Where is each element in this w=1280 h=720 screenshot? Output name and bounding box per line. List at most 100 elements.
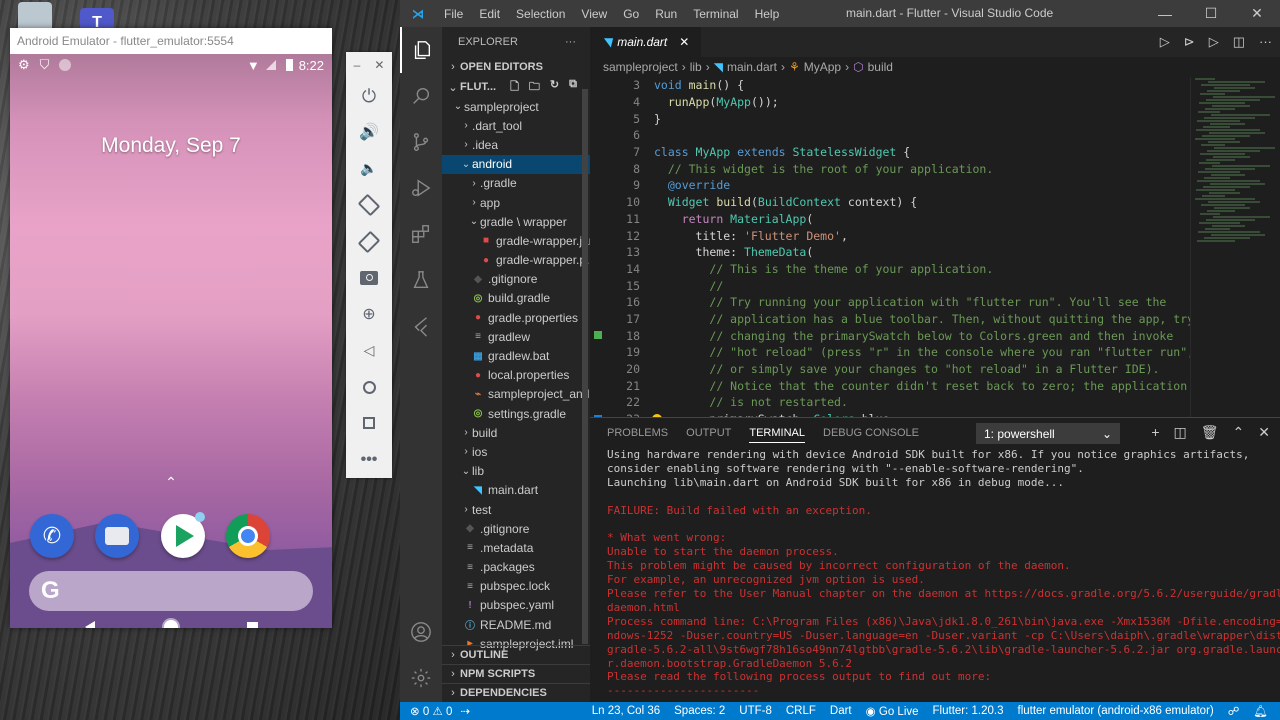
- dependencies-section[interactable]: › DEPENDENCIES: [442, 683, 590, 702]
- breadcrumb-item[interactable]: lib: [690, 60, 702, 74]
- tree-file[interactable]: ◆ .gitignore: [442, 270, 590, 289]
- tree-folder[interactable]: › test: [442, 500, 590, 519]
- tree-file[interactable]: ! pubspec.yaml: [442, 596, 590, 615]
- code-line[interactable]: 10 Widget build(BuildContext context) {: [590, 194, 1190, 211]
- menu-selection[interactable]: Selection: [508, 7, 573, 21]
- code-line[interactable]: 5}: [590, 110, 1190, 127]
- encoding[interactable]: UTF-8: [739, 705, 772, 717]
- workspace-section[interactable]: ⌄ FLUT... 🗋 🗀 ↻ ⧉: [442, 77, 590, 97]
- swipe-up-chevron-icon[interactable]: ⌃: [10, 474, 332, 491]
- code-line[interactable]: 3 void main() {: [590, 77, 1190, 94]
- code-line[interactable]: 21 // Notice that the counter didn't res…: [590, 377, 1190, 394]
- source-control-icon[interactable]: [400, 119, 442, 165]
- code-line[interactable]: 14 // This is the theme of your applicat…: [590, 261, 1190, 278]
- phone-app-icon[interactable]: ✆: [30, 514, 74, 558]
- tree-file[interactable]: ≡ gradlew: [442, 327, 590, 346]
- maximize-panel-icon[interactable]: ⌃: [1233, 424, 1245, 441]
- close-panel-icon[interactable]: ✕: [1258, 424, 1270, 441]
- menu-edit[interactable]: Edit: [471, 7, 508, 21]
- code-line[interactable]: 4 runApp(MyApp ());: [590, 94, 1190, 111]
- indentation[interactable]: Spaces: 2: [674, 705, 725, 717]
- more-actions-icon[interactable]: ···: [1259, 34, 1272, 50]
- emulator-close-button[interactable]: ✕: [374, 58, 384, 72]
- flutter-icon[interactable]: [400, 303, 442, 349]
- breadcrumb-item[interactable]: main.dart: [727, 60, 777, 74]
- sidebar-scrollbar[interactable]: [582, 89, 588, 644]
- refresh-icon[interactable]: ↻: [550, 78, 559, 97]
- tree-folder[interactable]: › .dart_tool: [442, 116, 590, 135]
- volume-down-button[interactable]: 🔈: [346, 151, 392, 187]
- menu-help[interactable]: Help: [747, 7, 788, 21]
- code-line[interactable]: 7 class MyApp extends StatelessWidget {: [590, 144, 1190, 161]
- manage-gear-icon[interactable]: [400, 655, 442, 701]
- code-line[interactable]: 17 // application has a blue toolbar. Th…: [590, 311, 1190, 328]
- tree-file[interactable]: ● gradle-wrapper.p...: [442, 251, 590, 270]
- tree-folder[interactable]: › ios: [442, 442, 590, 461]
- tree-folder[interactable]: › .gradle: [442, 174, 590, 193]
- tree-file[interactable]: ■ gradle-wrapper.jar: [442, 231, 590, 250]
- breadcrumb-item[interactable]: build: [868, 60, 893, 74]
- split-editor-icon[interactable]: ◫: [1233, 34, 1245, 50]
- explorer-icon[interactable]: [400, 27, 442, 73]
- tree-file[interactable]: ◥ main.dart: [442, 481, 590, 500]
- home-button[interactable]: [346, 369, 392, 405]
- open-editors-section[interactable]: › OPEN EDITORS: [442, 57, 590, 77]
- rotate-right-button[interactable]: [346, 223, 392, 259]
- extensions-icon[interactable]: [400, 211, 442, 257]
- tree-folder[interactable]: ⌄ sampleproject: [442, 97, 590, 116]
- terminal-output[interactable]: Using hardware rendering with device And…: [607, 448, 1280, 698]
- tree-folder[interactable]: › app: [442, 193, 590, 212]
- testing-flask-icon[interactable]: [400, 257, 442, 303]
- tree-file[interactable]: ⓘ README.md: [442, 615, 590, 634]
- new-terminal-icon[interactable]: +: [1151, 424, 1159, 441]
- menu-file[interactable]: File: [436, 7, 471, 21]
- breadcrumb-item[interactable]: sampleproject: [603, 60, 678, 74]
- notifications-bell-icon[interactable]: 🔔︎: [1253, 704, 1268, 718]
- code-line[interactable]: 13 theme: ThemeData(: [590, 244, 1190, 261]
- code-line[interactable]: 20 // or simply save your changes to "ho…: [590, 361, 1190, 378]
- emulator-minimize-button[interactable]: –: [354, 58, 361, 72]
- code-line[interactable]: 12 title: 'Flutter Demo',: [590, 227, 1190, 244]
- run-icon[interactable]: ▷: [1160, 34, 1170, 50]
- menu-go[interactable]: Go: [615, 7, 647, 21]
- search-icon[interactable]: [400, 73, 442, 119]
- screenshot-button[interactable]: [346, 260, 392, 296]
- rotate-left-button[interactable]: [346, 187, 392, 223]
- tab-close-button[interactable]: ✕: [679, 35, 689, 49]
- volume-up-button[interactable]: 🔊: [346, 114, 392, 150]
- back-button[interactable]: ◁: [346, 333, 392, 369]
- tab-main-dart[interactable]: ◥ main.dart ✕: [590, 27, 702, 57]
- tree-file[interactable]: ◆ .gitignore: [442, 519, 590, 538]
- tree-file[interactable]: ≡ .packages: [442, 558, 590, 577]
- explorer-more-icon[interactable]: ···: [565, 36, 576, 48]
- power-button[interactable]: ⏻: [346, 78, 392, 114]
- play-store-app-icon[interactable]: [160, 512, 205, 558]
- split-terminal-icon[interactable]: ◫: [1174, 424, 1187, 441]
- code-line[interactable]: 19 // "hot reload" (press "r" in the con…: [590, 344, 1190, 361]
- phone-screen[interactable]: ⚙ ⛉ ▼ 8:22 Monday, Sep 7 ⌃ ✆ G: [10, 54, 332, 628]
- breadcrumb-item[interactable]: MyApp: [804, 60, 841, 74]
- code-line[interactable]: 16 // Try running your application with …: [590, 294, 1190, 311]
- tree-folder[interactable]: › build: [442, 423, 590, 442]
- tree-file[interactable]: ≡ pubspec.lock: [442, 577, 590, 596]
- go-live-button[interactable]: ◉ Go Live: [866, 704, 919, 718]
- tree-file[interactable]: ⌁ sampleproject_and...: [442, 385, 590, 404]
- overview-button[interactable]: [346, 405, 392, 441]
- menu-run[interactable]: Run: [647, 7, 685, 21]
- debug-icon[interactable]: ▷: [1209, 34, 1219, 50]
- kill-terminal-icon[interactable]: 🗑: [1201, 424, 1219, 441]
- tree-folder[interactable]: › .idea: [442, 135, 590, 154]
- code-line[interactable]: 11 return MaterialApp(: [590, 211, 1190, 228]
- flutter-version[interactable]: Flutter: 1.20.3: [933, 705, 1004, 717]
- device-selector[interactable]: flutter emulator (android-x86 emulator): [1018, 705, 1214, 717]
- run-with-profile-icon[interactable]: ⊳: [1184, 34, 1195, 50]
- zoom-button[interactable]: ⊕: [346, 296, 392, 332]
- google-search-bar[interactable]: G: [29, 571, 313, 611]
- code-line[interactable]: 6: [590, 127, 1190, 144]
- code-editor[interactable]: 3 void main() {4 runApp(MyApp ()); 5} 6 7 clas…: [590, 77, 1190, 417]
- cursor-position[interactable]: Ln 23, Col 36: [592, 705, 660, 717]
- close-window-button[interactable]: ✕: [1234, 0, 1280, 27]
- chrome-app-icon[interactable]: [225, 514, 270, 558]
- menu-terminal[interactable]: Terminal: [685, 7, 746, 21]
- language-mode[interactable]: Dart: [830, 705, 852, 717]
